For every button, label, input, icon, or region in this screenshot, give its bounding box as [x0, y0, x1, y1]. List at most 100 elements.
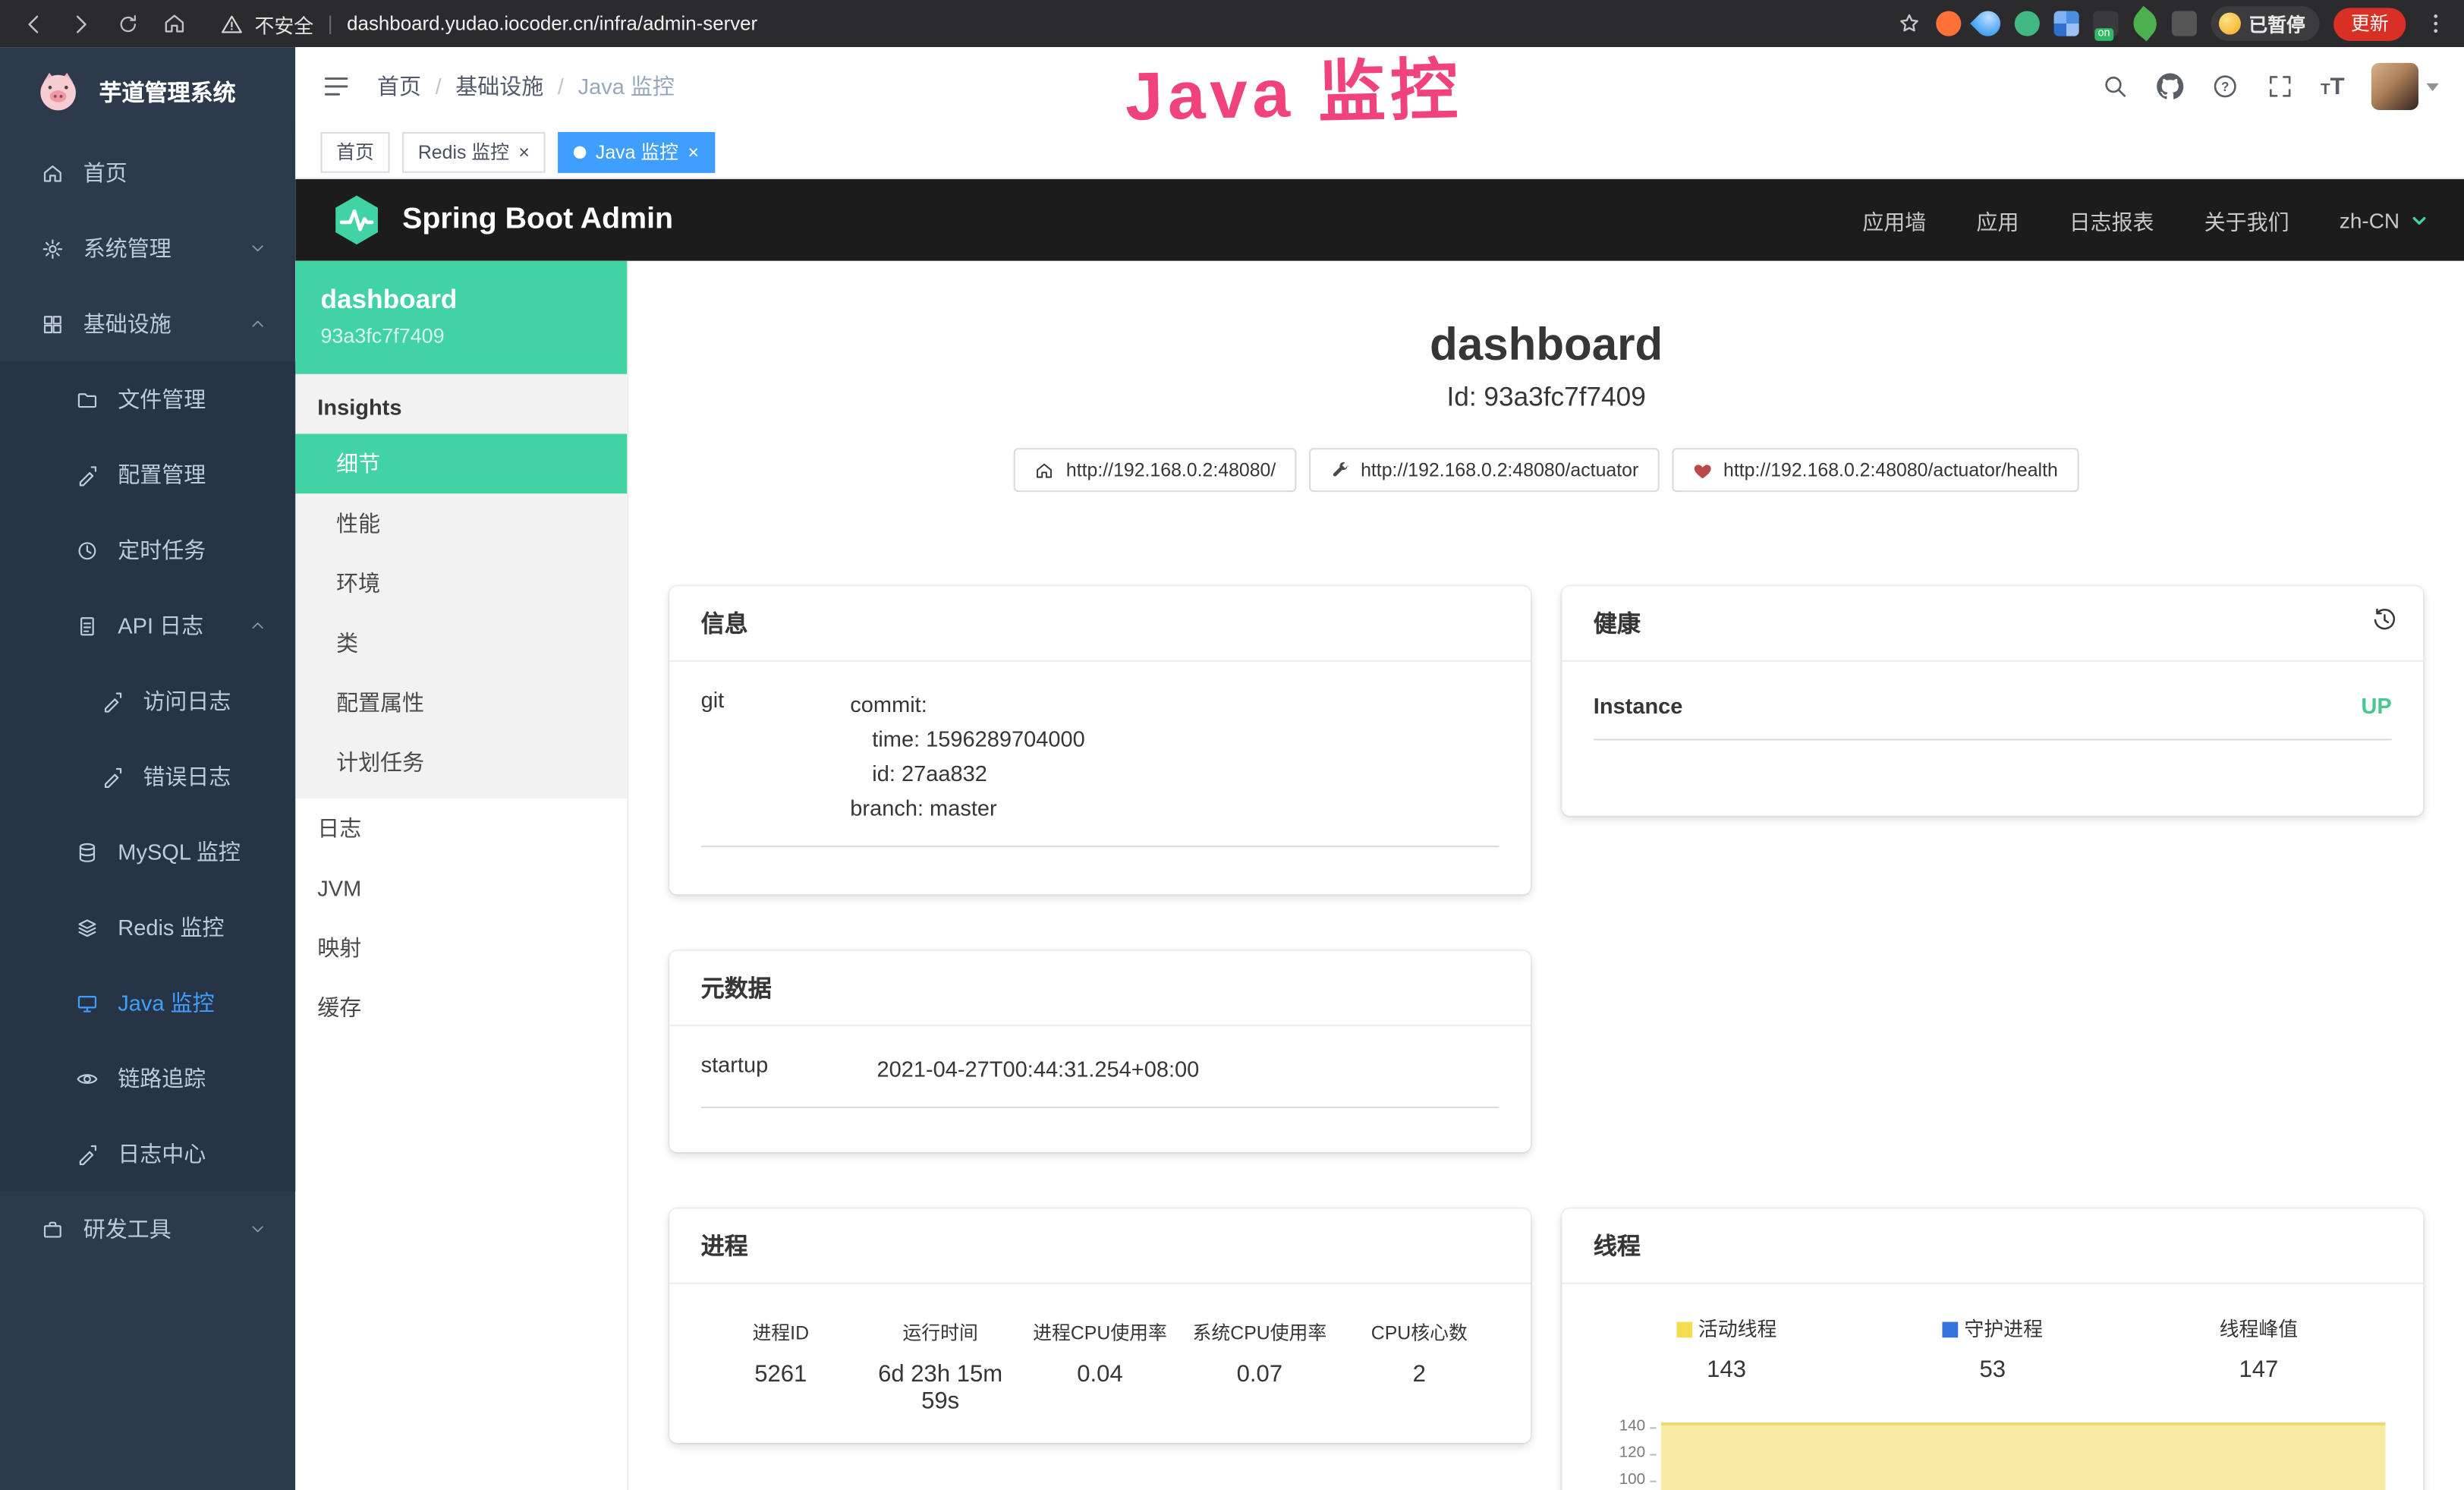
column-header: 系统CPU使用率: [1180, 1319, 1339, 1346]
breadcrumb-home[interactable]: 首页: [377, 71, 421, 102]
document-icon: [75, 614, 99, 638]
sba-brand[interactable]: Spring Boot Admin: [330, 194, 673, 247]
sidebar-item-label: 链路追踪: [118, 1063, 206, 1094]
sidebar-item-file-mgmt[interactable]: 文件管理: [0, 361, 295, 436]
sidebar-item-mysql-monitor[interactable]: MySQL 监控: [0, 814, 295, 890]
close-icon[interactable]: ×: [518, 142, 530, 161]
spring-boot-admin: Spring Boot Admin 应用墙 应用 日志报表 关于我们 zh-CN…: [295, 179, 2464, 1490]
extension-switch-icon[interactable]: on: [2093, 11, 2118, 36]
instance-url-link[interactable]: http://192.168.0.2:48080/: [1015, 449, 1297, 493]
column-value: 2: [1339, 1362, 1499, 1388]
clock-icon: [75, 538, 99, 562]
chrome-update-button[interactable]: 更新: [2333, 7, 2406, 39]
forward-button[interactable]: [63, 6, 98, 41]
legend-label: 活动线程: [1698, 1319, 1777, 1341]
y-tick: 100: [1594, 1472, 1657, 1490]
extension-orange-icon[interactable]: [1936, 11, 1961, 36]
sba-item-details[interactable]: 细节: [295, 434, 627, 494]
column-value: 0.07: [1180, 1362, 1339, 1388]
chart-y-axis: 140 120 100: [1594, 1419, 1657, 1490]
user-menu[interactable]: [2371, 63, 2439, 110]
breadcrumb-separator: /: [558, 74, 564, 99]
admin-sidebar: 芋道管理系统 首页 系统管理 基础设施 文件管理 配置管理 定时任务 API 日…: [0, 47, 295, 1490]
breadcrumb-infrastructure[interactable]: 基础设施: [455, 71, 543, 102]
health-url-link[interactable]: http://192.168.0.2:48080/actuator/health: [1672, 449, 2079, 493]
github-icon[interactable]: [2156, 72, 2184, 100]
metadata-row-startup: startup 2021-04-27T00:44:31.254+08:00: [701, 1052, 1499, 1109]
sidebar-item-access-logs[interactable]: 访问日志: [0, 663, 295, 739]
search-icon[interactable]: [2101, 72, 2129, 100]
extension-leaf-icon[interactable]: [2127, 6, 2163, 42]
card-body: startup 2021-04-27T00:44:31.254+08:00: [669, 1027, 1531, 1137]
sidebar-item-dashboard[interactable]: 首页: [0, 135, 295, 210]
fullscreen-icon[interactable]: [2266, 72, 2294, 100]
sba-item-mappings[interactable]: 映射: [295, 918, 627, 978]
sidebar-item-system-mgmt[interactable]: 系统管理: [0, 210, 295, 285]
y-tick: 140: [1594, 1419, 1657, 1445]
sba-item-config-props[interactable]: 配置属性: [295, 673, 627, 732]
font-size-icon[interactable]: TT: [2321, 73, 2345, 99]
instance-header[interactable]: dashboard 93a3fc7f7409: [295, 261, 627, 374]
sidebar-item-java-monitor[interactable]: Java 监控: [0, 965, 295, 1040]
sidebar-item-label: 基础设施: [83, 308, 172, 339]
extension-drop-icon[interactable]: [1970, 6, 2006, 42]
sidebar-item-scheduled-jobs[interactable]: 定时任务: [0, 512, 295, 587]
help-icon[interactable]: [2211, 72, 2239, 100]
legend-item: 守护进程53: [1859, 1313, 2126, 1384]
chart-area-active-threads: [1661, 1423, 2386, 1490]
actuator-url-link[interactable]: http://192.168.0.2:48080/actuator: [1309, 449, 1659, 493]
extensions-area: on 已暂停 更新: [1896, 6, 2448, 41]
tag-java-monitor[interactable]: Java 监控×: [558, 131, 714, 172]
tag-redis-monitor[interactable]: Redis 监控×: [402, 131, 546, 172]
sidebar-item-config-mgmt[interactable]: 配置管理: [0, 437, 295, 512]
extension-grid-icon[interactable]: [2053, 11, 2079, 36]
nav-journal[interactable]: 日志报表: [2069, 204, 2154, 235]
history-icon[interactable]: [2371, 607, 2398, 634]
sba-item-logs[interactable]: 日志: [295, 799, 627, 858]
sidebar-item-infrastructure[interactable]: 基础设施: [0, 286, 295, 361]
home-button[interactable]: [157, 6, 192, 41]
sba-item-metrics[interactable]: 性能: [295, 493, 627, 553]
nav-applications[interactable]: 应用: [1977, 204, 2019, 235]
gear-icon: [41, 237, 65, 260]
sba-item-caches[interactable]: 缓存: [295, 978, 627, 1038]
chevron-down-icon: [2409, 209, 2430, 230]
nav-about[interactable]: 关于我们: [2204, 204, 2289, 235]
extension-vue-icon[interactable]: [2015, 11, 2040, 36]
sidebar-item-api-logs[interactable]: API 日志: [0, 587, 295, 663]
locale-selector[interactable]: zh-CN: [2340, 208, 2430, 232]
back-button[interactable]: [16, 6, 51, 41]
metadata-key: startup: [701, 1052, 877, 1087]
switch-on-badge: on: [2094, 28, 2113, 41]
sba-item-environment[interactable]: 环境: [295, 553, 627, 613]
info-key: git: [701, 688, 851, 826]
threads-legend: 活动线程143 守护进程53 线程峰值147: [1594, 1310, 2392, 1384]
address-divider: |: [328, 13, 333, 35]
extension-puzzle-icon[interactable]: [2172, 11, 2197, 36]
bookmark-star-icon[interactable]: [1896, 11, 1921, 36]
process-card: 进程 进程ID5261 运行时间6d 23h 15m 59s 进程CPU使用率0…: [669, 1209, 1531, 1444]
sidebar-item-error-logs[interactable]: 错误日志: [0, 739, 295, 814]
tag-home[interactable]: 首页: [320, 131, 389, 172]
sidebar-item-dev-tools[interactable]: 研发工具: [0, 1192, 295, 1267]
instance-id: 93a3fc7f7409: [320, 324, 602, 348]
sba-item-jvm[interactable]: JVM: [295, 858, 627, 918]
close-icon[interactable]: ×: [688, 142, 699, 161]
sidebar-item-redis-monitor[interactable]: Redis 监控: [0, 890, 295, 965]
profile-paused-chip[interactable]: 已暂停: [2211, 6, 2320, 41]
heart-icon: [1692, 460, 1713, 480]
nav-wallboard[interactable]: 应用墙: [1862, 204, 1926, 235]
address-bar[interactable]: 不安全 | dashboard.yudao.iocoder.cn/infra/a…: [220, 8, 1878, 38]
sba-sidebar: dashboard 93a3fc7f7409 Insights 细节 性能 环境…: [295, 261, 628, 1490]
card-header: 健康: [1562, 587, 2423, 662]
card-body: git commit: time: 1596289704000 id: 27aa…: [669, 663, 1531, 877]
browser-menu-icon[interactable]: [2423, 11, 2448, 36]
sba-item-scheduled-tasks[interactable]: 计划任务: [295, 732, 627, 792]
refresh-button[interactable]: [110, 6, 145, 41]
sidebar-item-tracing[interactable]: 链路追踪: [0, 1041, 295, 1116]
hamburger-icon[interactable]: [320, 71, 351, 102]
sidebar-item-log-center[interactable]: 日志中心: [0, 1116, 295, 1191]
layers-icon: [75, 915, 99, 939]
avatar: [2371, 63, 2418, 110]
sba-item-classes[interactable]: 类: [295, 613, 627, 673]
